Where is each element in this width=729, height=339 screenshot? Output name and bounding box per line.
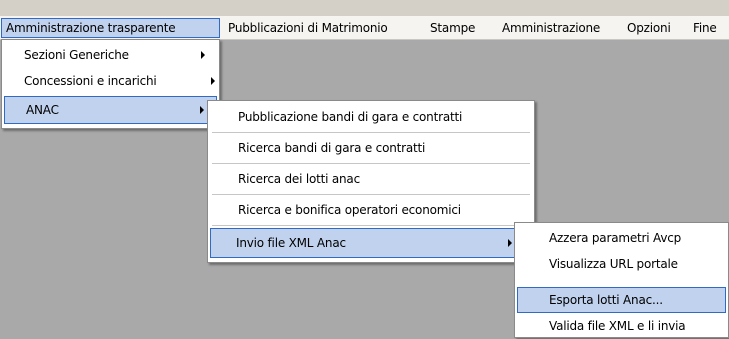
menu-item-azzera-parametri[interactable]: Azzera parametri Avcp: [517, 225, 726, 251]
menu-item-label: Visualizza URL portale: [549, 257, 678, 271]
menu-bar: Amministrazione trasparente Pubblicazion…: [0, 16, 729, 40]
menubar-item-stampe[interactable]: Stampe: [425, 18, 480, 38]
menubar-item-label: Opzioni: [627, 21, 671, 35]
window-top-strip: [0, 0, 729, 16]
submenu-arrow-icon: [211, 77, 215, 85]
menu-item-label: Sezioni Generiche: [24, 48, 129, 62]
menubar-item-pubblicazioni-matrimonio[interactable]: Pubblicazioni di Matrimonio: [223, 18, 393, 38]
menu-item-label: Ricerca bandi di gara e contratti: [238, 141, 426, 155]
menu-item-label: Azzera parametri Avcp: [549, 231, 682, 245]
menubar-item-amministrazione-trasparente[interactable]: Amministrazione trasparente: [1, 18, 220, 38]
menubar-item-label: Amministrazione: [502, 21, 601, 35]
menubar-item-amministrazione[interactable]: Amministrazione: [497, 18, 605, 38]
menubar-item-opzioni[interactable]: Opzioni: [622, 18, 676, 38]
menu-item-valida-file-xml[interactable]: Valida file XML e li invia: [517, 313, 726, 339]
menu-item-label: Esporta lotti Anac...: [549, 293, 663, 307]
menu-item-visualizza-url[interactable]: Visualizza URL portale: [517, 251, 726, 277]
menu-item-label: Ricerca dei lotti anac: [238, 172, 360, 186]
submenu-arrow-icon: [508, 239, 512, 247]
submenu-anac: Pubblicazione bandi di gara e contratti …: [207, 100, 535, 263]
menu-item-label: ANAC: [26, 103, 59, 117]
menu-item-label: Valida file XML e li invia: [549, 319, 686, 333]
menu-item-pubblicazione-bandi[interactable]: Pubblicazione bandi di gara e contratti: [210, 103, 532, 132]
menu-item-anac[interactable]: ANAC: [4, 96, 217, 124]
menu-item-concessioni-incarichi[interactable]: Concessioni e incarichi: [4, 68, 217, 94]
submenu-arrow-icon: [200, 106, 204, 114]
menubar-item-label: Fine: [693, 21, 717, 35]
menu-item-label: Pubblicazione bandi di gara e contratti: [238, 110, 463, 124]
menu-item-ricerca-bandi[interactable]: Ricerca bandi di gara e contratti: [210, 133, 532, 163]
menubar-item-fine[interactable]: Fine: [688, 18, 722, 38]
menu-item-ricerca-lotti[interactable]: Ricerca dei lotti anac: [210, 164, 532, 194]
menu-separator: [212, 225, 530, 226]
menu-item-esporta-lotti[interactable]: Esporta lotti Anac...: [517, 287, 726, 313]
menubar-item-label: Stampe: [430, 21, 476, 35]
menu-item-label: Invio file XML Anac: [236, 236, 346, 250]
submenu-arrow-icon: [201, 51, 205, 59]
menu-item-label: Ricerca e bonifica operatori economici: [238, 203, 461, 217]
menu-item-sezioni-generiche[interactable]: Sezioni Generiche: [4, 42, 217, 68]
dropdown-menu-amministrazione-trasparente: Sezioni Generiche Concessioni e incarich…: [1, 39, 220, 129]
menu-item-label: Concessioni e incarichi: [24, 74, 157, 88]
menu-item-ricerca-bonifica[interactable]: Ricerca e bonifica operatori economici: [210, 195, 532, 225]
menubar-item-label: Amministrazione trasparente: [6, 21, 176, 35]
menu-item-invio-file-xml[interactable]: Invio file XML Anac: [210, 228, 532, 258]
menubar-item-label: Pubblicazioni di Matrimonio: [228, 21, 388, 35]
submenu-invio-file-xml: Azzera parametri Avcp Visualizza URL por…: [514, 222, 729, 338]
